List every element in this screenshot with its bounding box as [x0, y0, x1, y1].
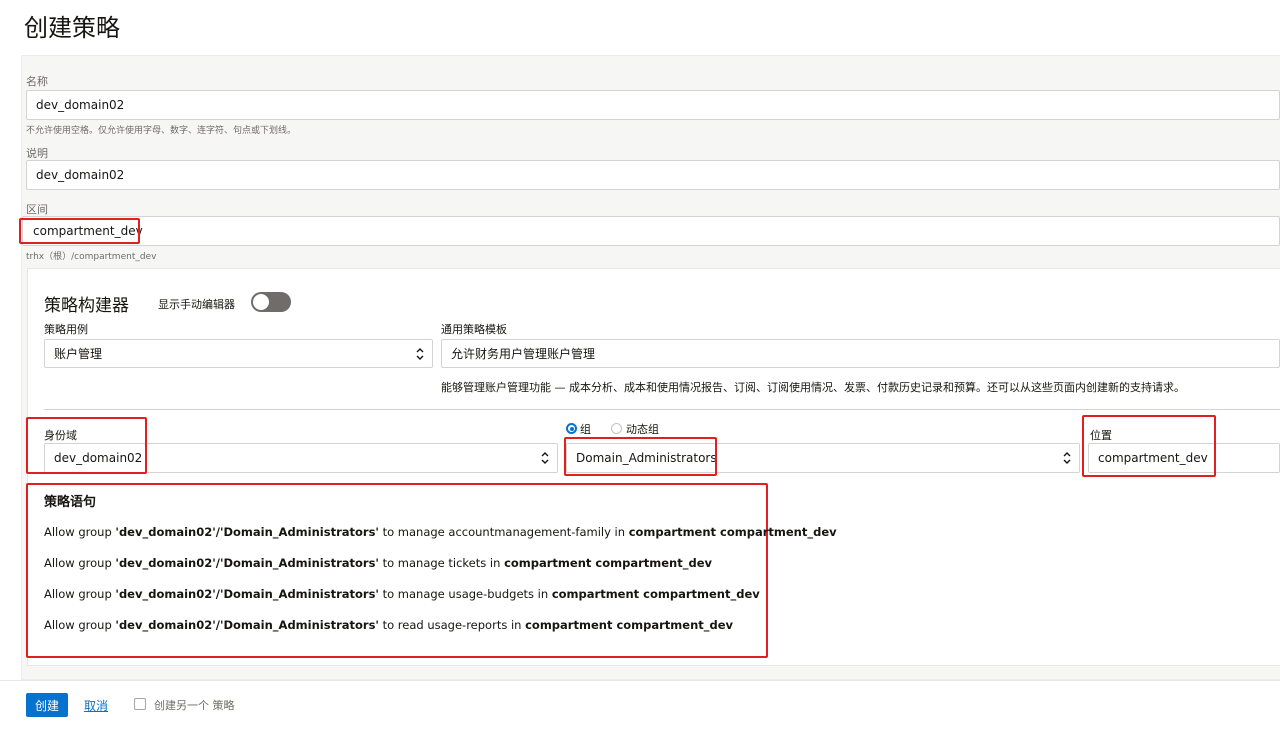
- statement-target: compartment compartment_dev: [551, 587, 760, 601]
- statement-target: compartment compartment_dev: [504, 556, 713, 570]
- description-input[interactable]: dev_domain02: [26, 160, 1280, 190]
- use-case-select[interactable]: 账户管理: [44, 339, 433, 368]
- location-select[interactable]: compartment_dev: [1088, 443, 1280, 473]
- name-label: 名称: [26, 75, 48, 88]
- radio-group-label: 组: [580, 423, 591, 436]
- name-input[interactable]: dev_domain02: [26, 90, 1280, 120]
- create-button[interactable]: 创建: [26, 693, 68, 717]
- description-input-value: dev_domain02: [36, 168, 125, 182]
- statement-subject: 'dev_domain02'/'Domain_Administrators': [115, 618, 379, 632]
- statement-verb: to manage usage-budgets in: [378, 587, 552, 601]
- chevron-updown-icon: [541, 452, 549, 464]
- template-description: 能够管理账户管理功能 — 成本分析、成本和使用情况报告、订阅、订阅使用情况、发票…: [441, 381, 1185, 394]
- statement-line: Allow group 'dev_domain02'/'Domain_Admin…: [44, 525, 837, 539]
- manual-editor-label: 显示手动编辑器: [158, 298, 235, 311]
- statement-subject: 'dev_domain02'/'Domain_Administrators': [115, 525, 379, 539]
- statement-target: compartment compartment_dev: [525, 618, 734, 632]
- compartment-select-value: compartment_dev: [33, 224, 143, 238]
- statements-title: 策略语句: [44, 495, 97, 510]
- create-another-checkbox[interactable]: [134, 698, 146, 710]
- statement-subject: 'dev_domain02'/'Domain_Administrators': [115, 556, 379, 570]
- statement-prefix: Allow group: [44, 556, 116, 570]
- identity-domain-select[interactable]: dev_domain02: [44, 443, 558, 473]
- statement-target: compartment compartment_dev: [628, 525, 837, 539]
- statement-verb: to manage accountmanagement-family in: [378, 525, 629, 539]
- statement-line: Allow group 'dev_domain02'/'Domain_Admin…: [44, 556, 712, 570]
- location-label: 位置: [1090, 429, 1112, 442]
- compartment-path: trhx（根）/compartment_dev: [26, 252, 157, 262]
- template-select[interactable]: 允许财务用户管理账户管理: [441, 339, 1280, 368]
- identity-domain-select-value: dev_domain02: [54, 451, 143, 465]
- statement-verb: to read usage-reports in: [378, 618, 526, 632]
- group-select-value: Domain_Administrators: [576, 451, 717, 465]
- identity-domain-label: 身份域: [44, 429, 77, 442]
- use-case-label: 策略用例: [44, 323, 88, 336]
- description-label: 说明: [26, 147, 48, 160]
- use-case-select-value: 账户管理: [54, 347, 103, 361]
- compartment-label: 区间: [26, 203, 48, 216]
- statement-subject: 'dev_domain02'/'Domain_Administrators': [115, 587, 379, 601]
- chevron-updown-icon: [416, 347, 424, 360]
- name-hint: 不允许使用空格。仅允许使用字母、数字、连字符、句点或下划线。: [26, 126, 297, 136]
- statement-prefix: Allow group: [44, 587, 116, 601]
- manual-editor-toggle[interactable]: [251, 292, 291, 312]
- builder-title: 策略构建器: [44, 296, 129, 316]
- radio-dynamic-group-label: 动态组: [626, 423, 659, 436]
- toggle-knob: [253, 294, 269, 310]
- create-another-label: 创建另一个 策略: [154, 699, 235, 712]
- radio-group[interactable]: [566, 423, 577, 434]
- name-input-value: dev_domain02: [36, 98, 125, 112]
- builder-divider: [44, 409, 1280, 410]
- statement-verb: to manage tickets in: [378, 556, 505, 570]
- group-select[interactable]: Domain_Administrators: [566, 443, 1080, 473]
- statement-prefix: Allow group: [44, 618, 116, 632]
- template-label: 通用策略模板: [441, 323, 507, 336]
- statement-prefix: Allow group: [44, 525, 116, 539]
- chevron-updown-icon: [1063, 452, 1071, 464]
- page-title: 创建策略: [24, 14, 120, 42]
- template-select-value: 允许财务用户管理账户管理: [451, 347, 596, 361]
- location-select-value: compartment_dev: [1098, 451, 1208, 465]
- compartment-select[interactable]: compartment_dev: [22, 216, 1280, 246]
- radio-dynamic-group[interactable]: [611, 423, 622, 434]
- statement-line: Allow group 'dev_domain02'/'Domain_Admin…: [44, 587, 760, 601]
- statement-line: Allow group 'dev_domain02'/'Domain_Admin…: [44, 618, 733, 632]
- cancel-link[interactable]: 取消: [84, 697, 108, 714]
